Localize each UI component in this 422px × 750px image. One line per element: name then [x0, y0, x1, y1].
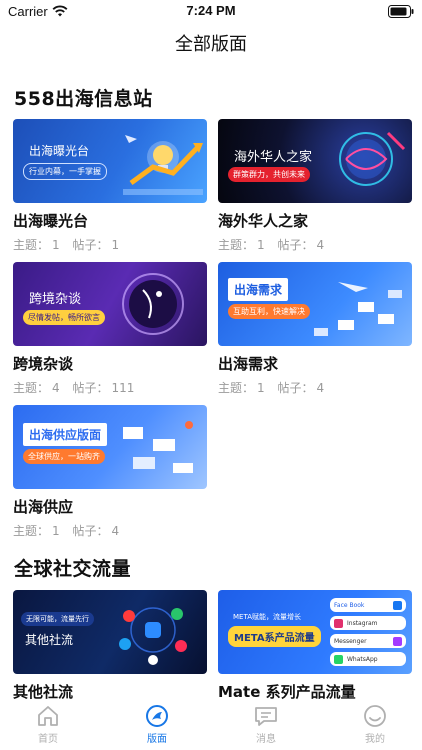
topic-count: 1	[52, 238, 60, 252]
tab-bar: 首页 版面 消息 我的	[0, 700, 422, 750]
board-name: 出海需求	[218, 355, 279, 373]
message-icon	[255, 707, 277, 726]
tab-messages[interactable]: 消息	[236, 704, 296, 745]
board-icon	[146, 705, 168, 727]
board-card[interactable]: 出海曝光台 行业内幕，一手掌握 出海曝光台 主题： 1 帖子： 1	[13, 119, 207, 253]
board-card[interactable]: 跨境杂谈 尽情发帖，畅所欲言 跨境杂谈 主题： 4 帖子： 111	[13, 262, 207, 396]
board-stats: 主题： 4 帖子： 111	[13, 381, 135, 395]
tab-home[interactable]: 首页	[18, 704, 78, 745]
board-card[interactable]: 出海需求 互助互利，快速解决 出海需求 主题： 1 帖子： 4	[218, 262, 412, 396]
post-count: 4	[316, 238, 325, 252]
topic-count: 1	[52, 524, 60, 538]
clock: 7:24 PM	[186, 3, 236, 18]
board-card[interactable]: 无限可能，流量先行 其他社流 其他社流	[13, 590, 207, 702]
board-name: 出海曝光台	[13, 212, 89, 230]
board-name: 其他社流	[13, 683, 74, 701]
supply-illustration-icon	[123, 421, 193, 473]
board-stats: 主题： 1 帖子： 1	[13, 238, 120, 252]
topic-count: 1	[257, 381, 265, 395]
board-card[interactable]: 海外华人之家 群策群力，共创未来 海外华人之家 主题： 1 帖子： 4	[218, 119, 412, 253]
facebook-icon	[393, 600, 402, 610]
app-list: Face Book Instagram Messenger WhatsApp	[330, 598, 406, 666]
section-title: 558出海信息站	[14, 88, 153, 110]
tab-profile[interactable]: 我的	[345, 704, 405, 745]
status-bar: Carrier 7:24 PM	[0, 0, 422, 24]
board-name: Mate 系列产品流量	[218, 683, 356, 701]
board-banner-image: 跨境杂谈 尽情发帖，畅所欲言	[13, 262, 207, 346]
instagram-icon	[334, 618, 343, 628]
tab-boards[interactable]: 版面	[127, 704, 187, 745]
page-title: 全部版面	[175, 34, 247, 55]
topic-count: 1	[257, 238, 265, 252]
profile-icon	[364, 705, 386, 727]
post-count: 111	[111, 381, 135, 395]
board-banner-image: 海外华人之家 群策群力，共创未来	[218, 119, 412, 203]
board-name: 跨境杂谈	[13, 355, 74, 373]
home-icon	[38, 706, 58, 726]
messenger-icon	[393, 636, 402, 646]
board-name: 出海供应	[13, 498, 74, 516]
board-banner-image: META赋能，流量增长 META系产品流量 Face Book Instagra…	[218, 590, 412, 674]
post-count: 4	[316, 381, 325, 395]
section-title: 全球社交流量	[14, 558, 132, 580]
topic-count: 4	[52, 381, 60, 395]
board-banner-image: 出海需求 互助互利，快速解决	[218, 262, 412, 346]
board-banner-image: 无限可能，流量先行 其他社流	[13, 590, 207, 674]
battery-icon	[388, 5, 414, 18]
board-stats: 主题： 1 帖子： 4	[218, 381, 325, 395]
post-count: 4	[111, 524, 120, 538]
board-stats: 主题： 1 帖子： 4	[218, 238, 325, 252]
post-count: 1	[111, 238, 120, 252]
board-card[interactable]: 出海供应版面 全球供应，一站购齐 出海供应 主题： 1 帖子： 4	[13, 405, 207, 539]
board-banner-image: 出海供应版面 全球供应，一站购齐	[13, 405, 207, 489]
whatsapp-icon	[334, 654, 343, 664]
board-banner-image: 出海曝光台 行业内幕，一手掌握	[13, 119, 207, 203]
board-card[interactable]: META赋能，流量增长 META系产品流量 Face Book Instagra…	[218, 590, 412, 702]
board-name: 海外华人之家	[218, 212, 309, 230]
board-stats: 主题： 1 帖子： 4	[13, 524, 120, 538]
